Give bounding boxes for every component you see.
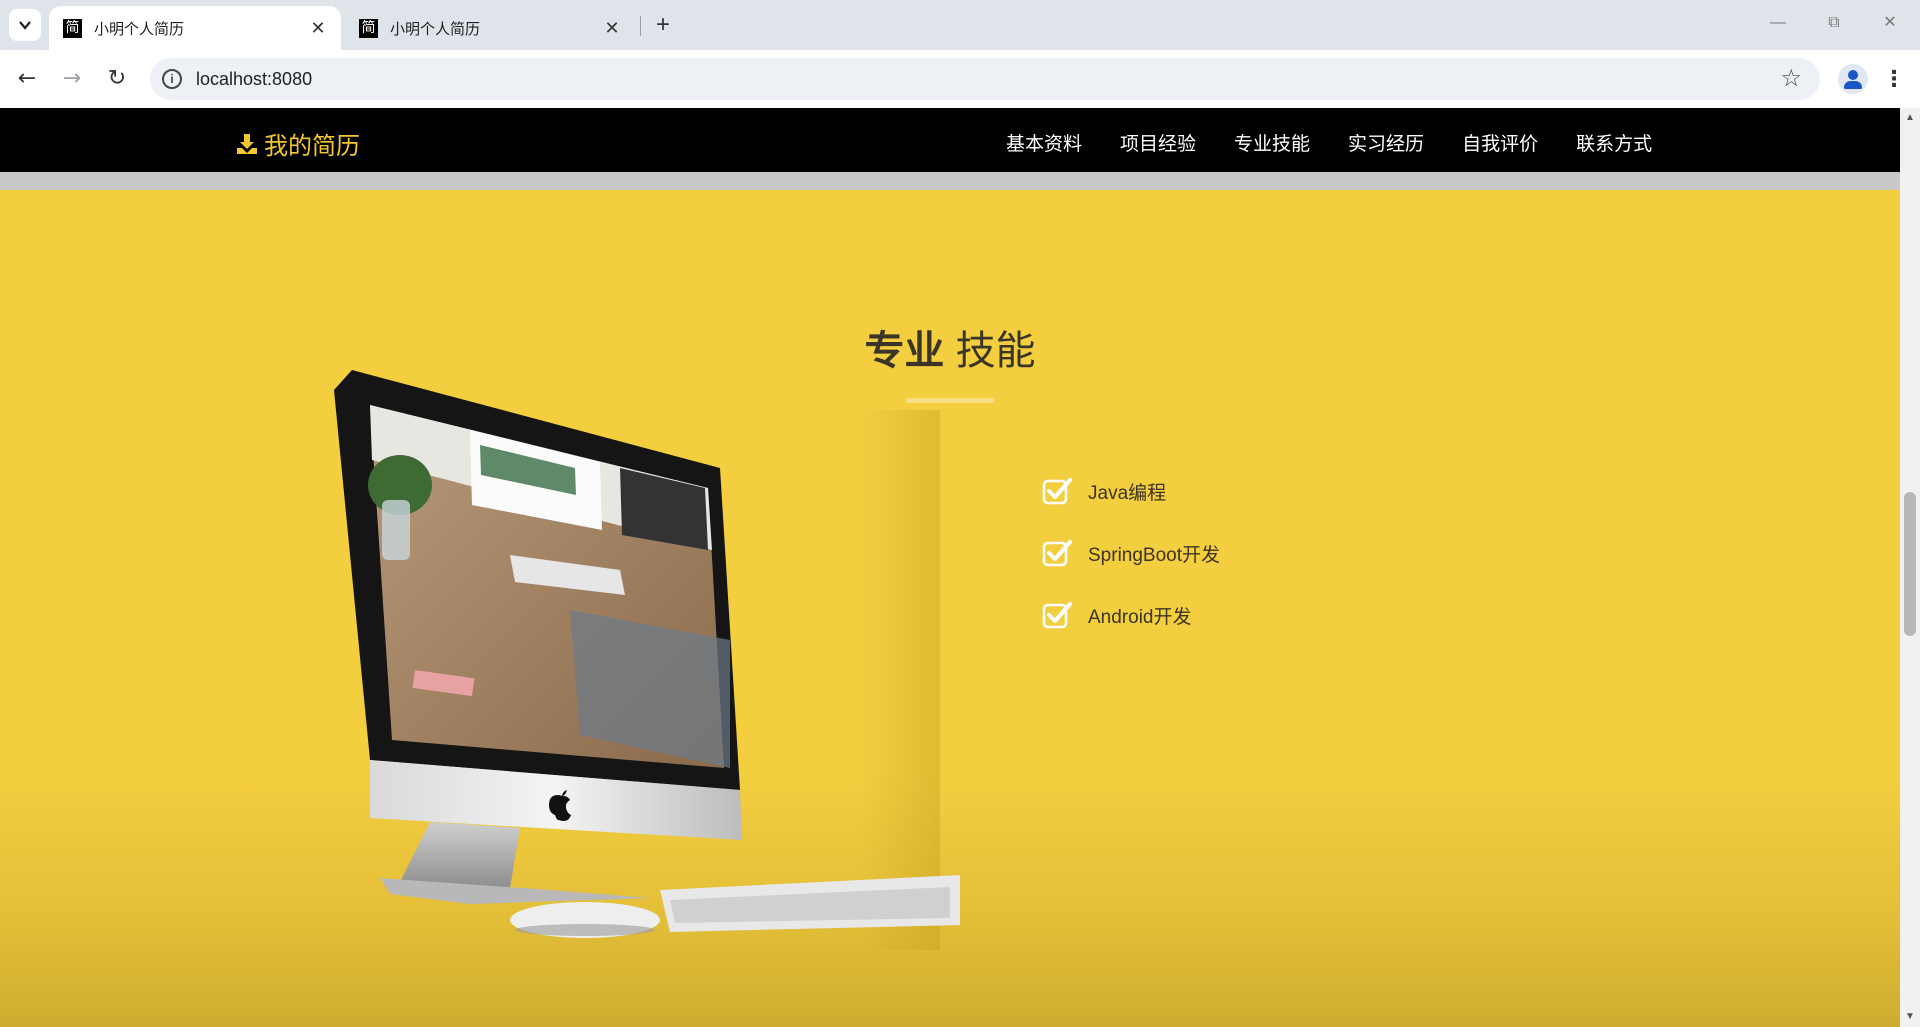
- address-bar[interactable]: i localhost:8080 ☆: [150, 58, 1820, 100]
- skill-label: SpringBoot开发: [1088, 544, 1221, 566]
- chevron-down-icon: [19, 21, 31, 30]
- skills-list: Java编程 SpringBoot开发 Android开发: [1042, 460, 1220, 646]
- section-title: 专业 技能: [864, 329, 1036, 373]
- nav-link-self-evaluation[interactable]: 自我评价: [1462, 129, 1538, 156]
- skill-label: Android开发: [1088, 606, 1192, 628]
- scroll-up-icon[interactable]: ▲: [1904, 112, 1916, 124]
- nav-link-contact[interactable]: 联系方式: [1576, 129, 1652, 156]
- skill-item: SpringBoot开发: [1042, 522, 1220, 584]
- nav-link-internship[interactable]: 实习经历: [1348, 129, 1424, 156]
- page-scrollbar[interactable]: ▲ ▼: [1900, 108, 1920, 1027]
- scrollbar-thumb[interactable]: [1904, 492, 1916, 636]
- tab-separator: [640, 16, 641, 36]
- brand-label: 我的简历: [264, 133, 360, 160]
- section-divider: [0, 172, 1900, 190]
- nav-link-basic-info[interactable]: 基本资料: [1006, 129, 1082, 156]
- scroll-down-icon[interactable]: ▼: [1904, 1011, 1916, 1023]
- check-square-icon: [1042, 478, 1072, 505]
- nav-link-skills[interactable]: 专业技能: [1234, 129, 1310, 156]
- tab-strip: 简 小明个人简历 ✕ 简 小明个人简历 ✕ + — ⧉ ✕: [0, 0, 1920, 50]
- favicon-icon: 简: [359, 18, 378, 38]
- download-icon: [237, 133, 257, 154]
- browser-tab[interactable]: 简 小明个人简历 ✕: [345, 6, 635, 50]
- nav-link-projects[interactable]: 项目经验: [1120, 129, 1196, 156]
- check-square-icon: [1042, 602, 1072, 629]
- skill-item: Android开发: [1042, 584, 1220, 646]
- new-tab-button[interactable]: +: [650, 11, 676, 39]
- skills-section: 专业 技能 Java编程 SpringBoot开发 Android开发: [0, 190, 1900, 1027]
- url-text[interactable]: localhost:8080: [196, 69, 312, 90]
- browser-toolbar: ← → ↻ i localhost:8080 ☆ ⋮: [0, 50, 1920, 108]
- site-brand[interactable]: 我的简历: [236, 126, 360, 161]
- skill-label: Java编程: [1088, 482, 1167, 504]
- browser-menu-icon[interactable]: ⋮: [1880, 64, 1908, 94]
- skill-item: Java编程: [1042, 460, 1220, 522]
- back-icon[interactable]: ←: [11, 63, 43, 95]
- reload-icon[interactable]: ↻: [101, 63, 133, 95]
- tab-close-icon[interactable]: ✕: [601, 17, 623, 39]
- imac-computer-image: [334, 370, 960, 938]
- tab-search-button[interactable]: [9, 9, 41, 41]
- profile-avatar-icon[interactable]: [1838, 64, 1868, 94]
- browser-tab-active[interactable]: 简 小明个人简历 ✕: [49, 6, 341, 50]
- site-info-icon[interactable]: i: [162, 69, 182, 89]
- tab-title: 小明个人简历: [390, 20, 481, 38]
- tab-title: 小明个人简历: [94, 20, 185, 38]
- check-square-icon: [1042, 540, 1072, 567]
- forward-icon[interactable]: →: [56, 63, 88, 95]
- favicon-icon: 简: [63, 18, 82, 38]
- site-nav-links: 基本资料 项目经验 专业技能 实习经历 自我评价 联系方式: [1006, 129, 1690, 156]
- tab-close-icon[interactable]: ✕: [307, 17, 329, 39]
- minimize-icon[interactable]: —: [1750, 8, 1806, 38]
- bookmark-star-icon[interactable]: ☆: [1780, 64, 1802, 92]
- site-navbar: 我的简历 基本资料 项目经验 专业技能 实习经历 自我评价 联系方式: [0, 108, 1900, 172]
- restore-icon[interactable]: ⧉: [1806, 8, 1862, 38]
- page-viewport: 我的简历 基本资料 项目经验 专业技能 实习经历 自我评价 联系方式 专业 技能: [0, 108, 1920, 1027]
- close-window-icon[interactable]: ✕: [1862, 8, 1918, 38]
